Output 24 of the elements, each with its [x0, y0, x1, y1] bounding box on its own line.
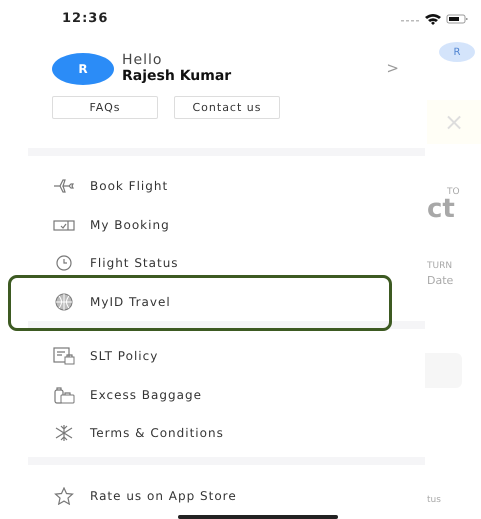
menu-item[interactable]: Excess Baggage — [0, 376, 425, 414]
menu-item[interactable]: MyID Travel — [0, 282, 425, 321]
field-label: TURN — [427, 260, 452, 273]
menu-item[interactable]: My Booking — [0, 206, 425, 244]
plane-icon — [52, 177, 76, 196]
menu-item[interactable]: Flight Status — [0, 244, 425, 282]
user-name: Rajesh Kumar — [122, 68, 232, 85]
battery-icon — [446, 14, 468, 24]
status-text: tus — [427, 494, 441, 507]
menu-item[interactable]: Book Flight — [0, 167, 425, 206]
star-icon — [52, 486, 76, 505]
greeting-text: Hello — [122, 52, 164, 68]
quick-button[interactable]: FAQs — [52, 96, 158, 119]
status-time: 12:36 — [62, 10, 108, 28]
suitcase-icon — [52, 386, 76, 404]
menu-item[interactable]: Terms & Conditions — [0, 414, 425, 452]
quick-button[interactable]: Contact us — [174, 96, 280, 119]
menu-item[interactable]: SLT Policy — [0, 337, 425, 376]
document-lock-icon — [52, 347, 76, 366]
avatar: R — [52, 52, 114, 84]
menu-item[interactable]: Rate us on App Store — [0, 476, 425, 515]
avatar: R — [439, 42, 475, 62]
wifi-icon — [425, 14, 441, 25]
date-text: Date — [427, 273, 454, 289]
